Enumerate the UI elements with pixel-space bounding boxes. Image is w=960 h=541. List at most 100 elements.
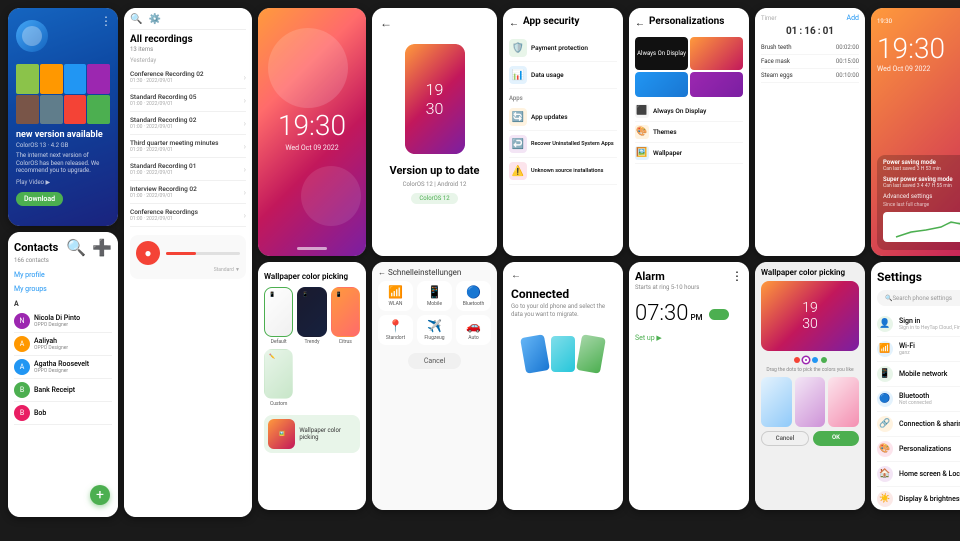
sec-unknown[interactable]: ⚠️ Unknown source installations (509, 158, 617, 185)
security-title: App security (523, 16, 579, 27)
theme-default[interactable]: 📱 Default (264, 287, 293, 345)
settings-title: Settings (877, 270, 960, 284)
avatar-bank: B (14, 382, 30, 398)
timer-name-1: Brush teeth (761, 44, 792, 51)
home-indicator-1 (297, 247, 327, 250)
download-button[interactable]: Download (16, 192, 63, 206)
settings-signin[interactable]: 👤 Sign in Sign in to HeyTap Cloud, Find … (877, 312, 960, 337)
power-info: Power saving mode Can last saved 3 H 53 … (877, 155, 960, 250)
wp-cancel-button[interactable]: Cancel (761, 431, 809, 446)
wp-thumb-2[interactable] (795, 377, 826, 427)
back-connected[interactable]: ← (511, 270, 615, 281)
wallpaper-pick-row[interactable]: 🖼️ Wallpaper color picking (264, 415, 360, 453)
sec-updates[interactable]: 🔄 App updates (509, 104, 617, 131)
settings-connection[interactable]: 🔗 Connection & sharing (877, 412, 960, 437)
back-security[interactable]: ← (509, 18, 519, 29)
add-timer-btn[interactable]: Add (847, 14, 859, 22)
wp-ok-button[interactable]: OK (813, 431, 859, 446)
recording-item-6[interactable]: Interview Recording 0201:00 · 2022/09/01… (130, 181, 246, 204)
theme-citrus[interactable]: 📱 Citrus (331, 287, 360, 345)
back-person[interactable]: ← (635, 18, 645, 29)
yesterday-label: Yesterday (130, 57, 246, 64)
dot-purple[interactable] (803, 357, 809, 363)
wp-thumb-3[interactable] (828, 377, 859, 427)
settings-date: Wed Oct 09 2022 (877, 65, 960, 73)
sec-data[interactable]: 📊 Data usage (509, 62, 617, 89)
contact-aaliyah[interactable]: A Aaliyah OPPO Designer (14, 333, 112, 356)
recordings-title: All recordings (130, 34, 246, 45)
alarm-menu[interactable]: ⋮ (731, 269, 743, 283)
settings-icon[interactable]: ⚙️ (148, 14, 160, 25)
person-items: ⬛ Always On Display 🎨 Themes 🖼️ (635, 101, 743, 164)
contact-agatha[interactable]: A Agatha Roosevelt OPPO Designer (14, 356, 112, 379)
person-wallpaper[interactable]: 🖼️ Wallpaper (635, 143, 743, 164)
schnell-mobile[interactable]: 📱 Mobile (417, 281, 452, 311)
power-saving-desc: Can last saved 3 H 53 min (883, 166, 960, 172)
settings-mobile[interactable]: 📱 Mobile network (877, 362, 960, 387)
person-aod[interactable]: ⬛ Always On Display (635, 101, 743, 122)
settings-personalizations[interactable]: 🎨 Personalizations (877, 437, 960, 462)
sec-payment[interactable]: 🛡️ Payment protection (509, 35, 617, 62)
set-up-label[interactable]: Set up ▶ (635, 334, 743, 342)
contacts-search-icon[interactable]: 🔍 (66, 238, 86, 257)
settings-homescreen[interactable]: 🏠 Home screen & Lock screen (877, 462, 960, 487)
ui-preview (690, 72, 743, 98)
play-video[interactable]: Play Video ▶ (16, 179, 50, 186)
schnell-back-label[interactable]: ← Schnelleinstellungen (378, 268, 491, 277)
personalization-screen: ← Personalizations Always On Display ⬛ A… (629, 8, 749, 256)
updates-icon: 🔄 (509, 108, 527, 126)
timer-item-1[interactable]: Brush teeth 00:02:00 (761, 41, 859, 55)
recording-item-3[interactable]: Standard Recording 0201:00 · 2022/09/01 … (130, 112, 246, 135)
menu-dots[interactable]: ⋮ (100, 14, 112, 28)
wp-thumb-1[interactable] (761, 377, 792, 427)
mobile-net-icon: 📱 (877, 366, 893, 382)
status-bar-settings: 19:30 🔋 (877, 14, 960, 28)
schnell-bluetooth[interactable]: 🔵 Bluetooth (456, 281, 491, 311)
date-num-3: 01 (823, 26, 834, 37)
contact-bank[interactable]: B Bank Receipt (14, 379, 112, 402)
dot-green[interactable] (821, 357, 827, 363)
play-pause-button[interactable]: ● (136, 241, 160, 265)
version-title: Version up to date (390, 164, 480, 177)
add-contact-fab[interactable]: + (90, 485, 110, 505)
schnell-location[interactable]: 📍 Standort (378, 315, 413, 345)
contact-name-aaliyah: Aaliyah (34, 337, 68, 345)
color-dots-row (761, 357, 859, 363)
theme-custom[interactable]: ✏️ Custom (264, 349, 293, 407)
back-button-version[interactable]: ← (380, 16, 392, 30)
settings-bluetooth[interactable]: 🔵 Bluetooth Not connected (877, 387, 960, 412)
settings-search-bar[interactable]: 🔍 Search phone settings (877, 290, 960, 306)
contacts-add-icon[interactable]: ➕ (92, 238, 112, 257)
contact-bob[interactable]: B Bob (14, 402, 112, 425)
recording-item-2[interactable]: Standard Recording 0501:00 · 2022/09/01 … (130, 89, 246, 112)
settings-display[interactable]: ☀️ Display & brightness (877, 487, 960, 510)
my-profile[interactable]: My profile (14, 268, 112, 282)
dot-blue[interactable] (812, 357, 818, 363)
rec-title-7: Conference Recordings (130, 208, 198, 216)
advanced-settings-link[interactable]: Advanced settings (883, 193, 960, 200)
contact-divider-a: A (14, 300, 112, 308)
settings-wifi[interactable]: 📶 Wi-Fi ganz (877, 337, 960, 362)
alarm-toggle[interactable] (709, 309, 729, 320)
schnell-auto[interactable]: 🚗 Auto (456, 315, 491, 345)
wallpaper-label: Wallpaper color picking (264, 272, 360, 281)
search-icon[interactable]: 🔍 (130, 14, 142, 25)
dot-red[interactable] (794, 357, 800, 363)
recording-item-4[interactable]: Third quarter meeting minutes01:20 · 202… (130, 135, 246, 158)
recording-item-5[interactable]: Standard Recording 0101:00 · 2022/09/01 … (130, 158, 246, 181)
timer-item-3[interactable]: Steam eggs 00:10:00 (761, 69, 859, 83)
recording-item-7[interactable]: Conference Recordings01:00 · 2022/09/01 … (130, 204, 246, 227)
schnell-airplane[interactable]: ✈️ Flugzeug (417, 315, 452, 345)
contact-nicola[interactable]: N Nicola Di Pinto OPPO Designer (14, 310, 112, 333)
my-groups[interactable]: My groups (14, 282, 112, 296)
theme-trendy[interactable]: 📱 Trendy (297, 287, 326, 345)
schnell-wlan[interactable]: 📶 WLAN (378, 281, 413, 311)
recording-item-1[interactable]: Conference Recording 0201:30 · 2022/09/0… (130, 66, 246, 89)
cancel-container: Cancel (378, 353, 491, 369)
wallpaper-picker-screen: Wallpaper color picking 1930 Drag the do… (755, 262, 865, 510)
location-label: Standort (386, 335, 405, 341)
schnell-cancel-button[interactable]: Cancel (408, 353, 461, 369)
person-themes[interactable]: 🎨 Themes (635, 122, 743, 143)
timer-item-2[interactable]: Face mask 00:15:00 (761, 55, 859, 69)
sec-recover[interactable]: ↩️ Recover Uninstalled System Apps (509, 131, 617, 158)
